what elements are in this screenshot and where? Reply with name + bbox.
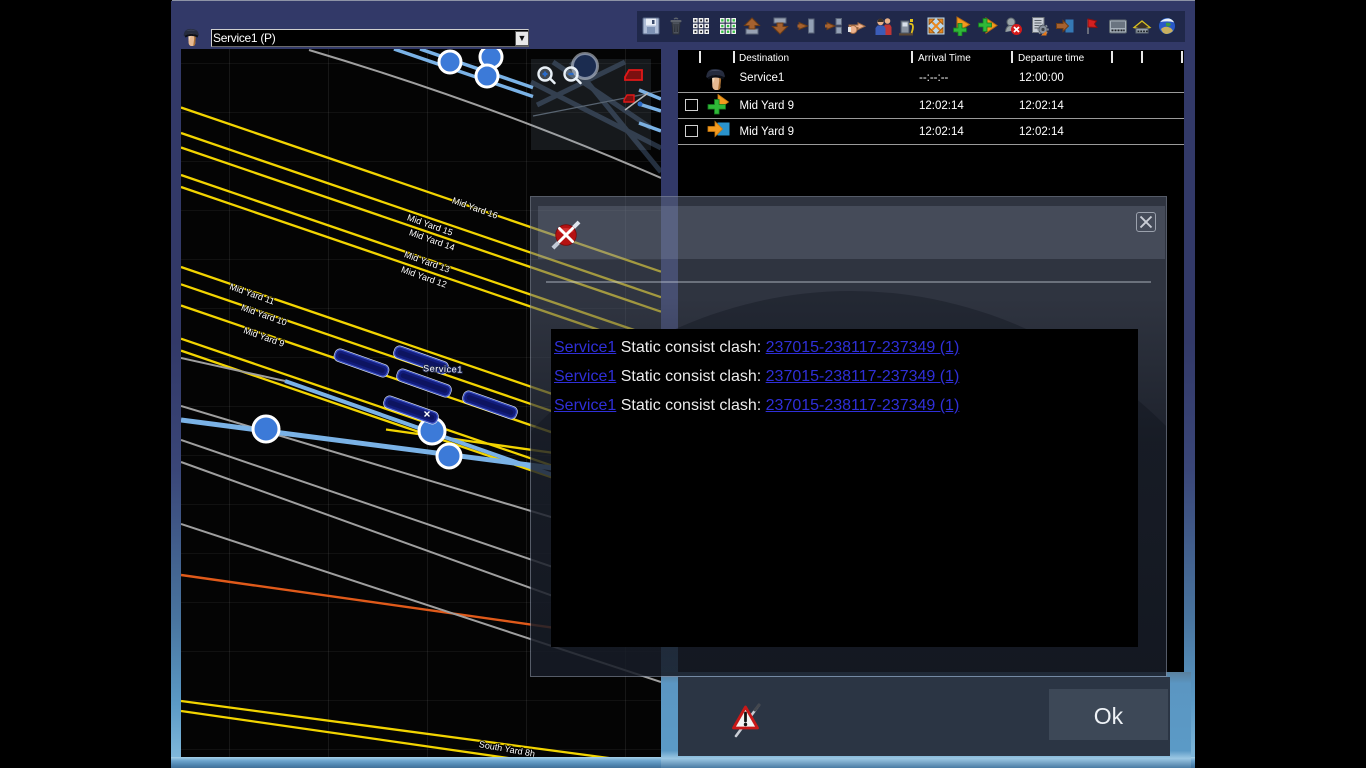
svg-text:Service1: Service1: [423, 363, 463, 374]
svg-text:Mid Yard 16: Mid Yard 16: [451, 195, 499, 220]
svg-text:Mid Yard 10: Mid Yard 10: [240, 302, 288, 327]
svg-text:Mid Yard 9: Mid Yard 9: [242, 325, 286, 349]
